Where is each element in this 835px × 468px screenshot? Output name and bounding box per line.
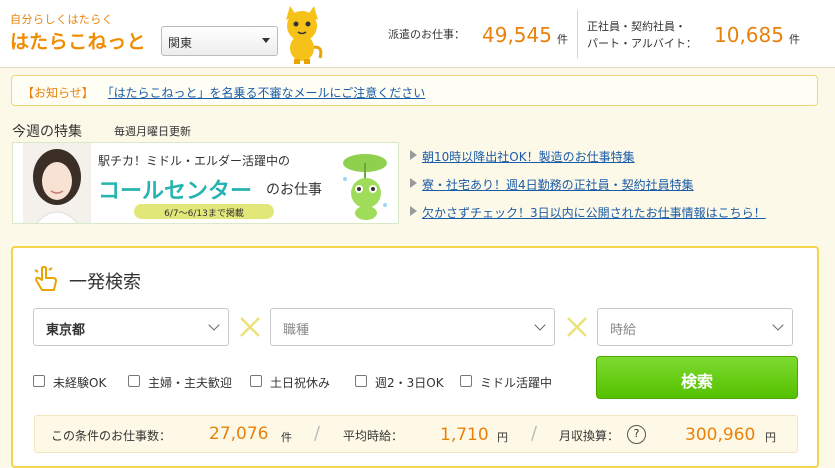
triangle-bullet-icon	[410, 150, 417, 160]
checkbox-icon[interactable]	[33, 375, 45, 387]
stats-divider	[577, 10, 578, 58]
site-header: 自分らしくはたらく はたらこねっと 関東 派遣のお仕事： 49,545 件 正社…	[0, 0, 835, 68]
prefecture-select-value: 東京都	[46, 323, 86, 338]
weekly-feature-title: 今週の特集	[12, 124, 82, 140]
other-jobs-label-line1: 正社員・契約社員・	[587, 20, 686, 33]
pointing-hand-icon	[34, 266, 57, 291]
wage-placeholder: 時給	[610, 323, 637, 338]
triangle-bullet-icon	[410, 178, 417, 188]
dispatch-jobs-unit: 件	[557, 33, 568, 46]
frog-mascot-icon	[343, 154, 387, 220]
chevron-down-icon	[208, 319, 220, 331]
region-select-value: 関東	[168, 36, 193, 50]
search-result-summary: この条件のお仕事数： 27,076 件 / 平均時給： 1,710 円 / 月収…	[34, 415, 798, 453]
job-count-unit: 件	[281, 431, 292, 444]
average-wage-value: 1,710	[440, 425, 489, 445]
separator-slash: /	[531, 423, 538, 444]
banner-main-suffix: のお仕事	[266, 182, 322, 198]
banner-dates: 6/7〜6/13まで掲載	[134, 204, 274, 219]
dropdown-arrow-icon	[262, 38, 270, 43]
weekly-feature-subtitle: 毎週月曜日更新	[114, 125, 191, 138]
feature-link-list: 朝10時以降出社OK！製造のお仕事特集 寮・社宅あり！週4日勤務の正社員・契約社…	[410, 148, 766, 232]
monthly-income-label: 月収換算：	[559, 429, 620, 443]
cat-mascot-icon	[286, 6, 323, 64]
notice-tag: 【お知らせ】	[22, 86, 94, 100]
help-icon[interactable]: ?	[627, 425, 646, 444]
job-type-placeholder: 職種	[283, 323, 310, 338]
dispatch-jobs-label: 派遣のお仕事：	[388, 28, 465, 41]
prefecture-select[interactable]: 東京都	[33, 308, 229, 346]
other-jobs-count: 10,685	[714, 23, 784, 47]
search-button[interactable]: 検索	[596, 356, 798, 399]
call-center-banner[interactable]: 駅チカ！ミドル・エルダー活躍中の コールセンター のお仕事 6/7〜6/13まで…	[12, 142, 399, 224]
feature-link[interactable]: 欠かさずチェック！3日以内に公開されたお仕事情報はこちら！	[410, 204, 766, 232]
job-count-label: この条件のお仕事数：	[51, 429, 172, 443]
other-jobs-unit: 件	[789, 33, 800, 46]
chevron-down-icon	[772, 319, 784, 331]
feature-link[interactable]: 朝10時以降出社OK！製造のお仕事特集	[410, 148, 766, 176]
chevron-down-icon	[534, 319, 546, 331]
checkbox-icon[interactable]	[250, 375, 262, 387]
checkbox-icon[interactable]	[355, 375, 367, 387]
notice-link[interactable]: 「はたらこねっと」を名乗る不審なメールにご注意ください	[108, 86, 426, 100]
monthly-income-unit: 円	[765, 431, 776, 444]
average-wage-unit: 円	[497, 431, 508, 444]
region-select[interactable]: 関東	[161, 26, 278, 56]
average-wage-label: 平均時給：	[343, 429, 404, 443]
cross-icon	[240, 317, 260, 337]
logo-tagline: 自分らしくはたらく	[10, 13, 114, 26]
other-jobs-label-line2: パート・アルバイト：	[587, 37, 697, 50]
banner-headline: 駅チカ！ミドル・エルダー活躍中の	[98, 154, 291, 168]
woman-photo-icon	[23, 143, 91, 223]
cross-icon	[567, 317, 587, 337]
checkbox-icon[interactable]	[128, 375, 140, 387]
job-type-select[interactable]: 職種	[270, 308, 555, 346]
triangle-bullet-icon	[410, 206, 417, 216]
banner-main-text: コールセンター	[98, 179, 253, 204]
dispatch-jobs-count: 49,545	[482, 23, 552, 47]
separator-slash: /	[314, 423, 321, 444]
job-count-value: 27,076	[209, 424, 269, 444]
feature-link[interactable]: 寮・社宅あり！週4日勤務の正社員・契約社員特集	[410, 176, 766, 204]
quick-search-panel: 一発検索 東京都 職種 時給 未経験OK 主婦・主夫歓迎 土日祝休み 週2・3日…	[11, 246, 819, 468]
wage-select[interactable]: 時給	[597, 308, 793, 346]
notice-bar: 【お知らせ】 「はたらこねっと」を名乗る不審なメールにご注意ください	[11, 75, 818, 106]
search-title: 一発検索	[69, 272, 141, 293]
monthly-income-value: 300,960	[685, 425, 756, 445]
site-logo[interactable]: はたらこねっと	[10, 27, 146, 54]
checkbox-icon[interactable]	[460, 375, 472, 387]
